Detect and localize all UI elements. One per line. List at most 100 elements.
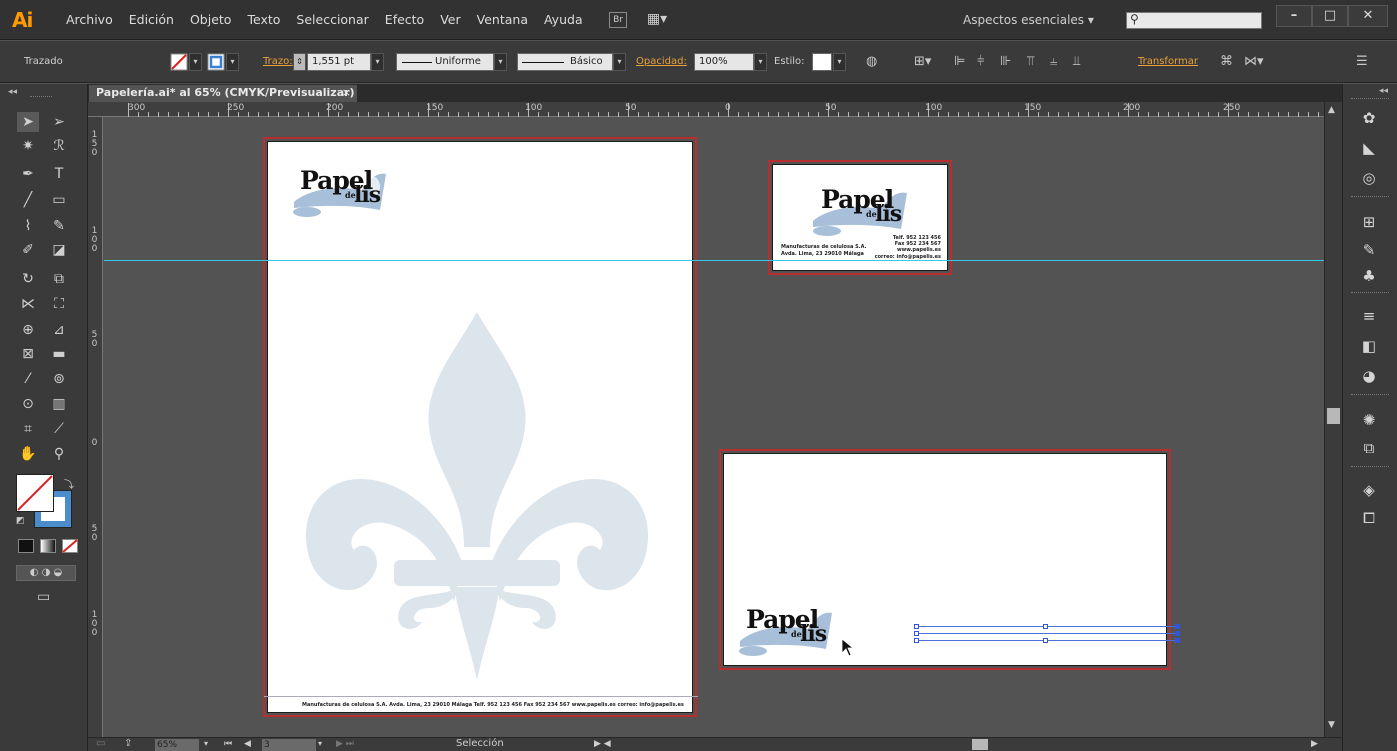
artboard-business-card[interactable]: Papel de lis Manufacturas de celulosa S.… <box>772 164 948 271</box>
eyedropper-tool-icon[interactable]: ⁄ <box>17 369 39 389</box>
artboard-envelope[interactable]: Papel de lis <box>723 453 1180 666</box>
slice-tool-icon[interactable]: ⟋ <box>48 419 70 439</box>
selection-handle[interactable] <box>1043 638 1048 643</box>
none-mode-icon[interactable] <box>62 539 78 553</box>
fill-none-swatch[interactable] <box>170 53 188 71</box>
menu-objeto[interactable]: Objeto <box>182 0 240 40</box>
menu-archivo[interactable]: Archivo <box>58 0 121 40</box>
selection-handle[interactable] <box>1175 631 1180 636</box>
document-tab[interactable]: Papelería.ai* al 65% (CMYK/Previsualizar… <box>88 84 358 102</box>
vertical-scroll-thumb[interactable] <box>1327 408 1340 424</box>
eraser-tool-icon[interactable]: ◪ <box>48 240 70 260</box>
symbols-icon[interactable]: ♣ <box>1357 266 1381 286</box>
align-hcenter-icon[interactable]: ⫩ <box>977 54 984 70</box>
stroke-stepper[interactable]: ⇕ <box>293 53 306 71</box>
default-colors-icon[interactable]: ◩ <box>16 516 25 526</box>
lasso-tool-icon[interactable]: ℛ <box>48 136 70 156</box>
align-vcenter-icon[interactable]: ⫨ <box>1050 54 1057 70</box>
swap-fill-stroke-icon[interactable]: ⤵ <box>64 476 74 491</box>
artboard-dropdown[interactable]: ▾ <box>318 737 322 751</box>
zoom-dropdown[interactable]: ▾ <box>204 737 208 751</box>
zoom-tool-icon[interactable]: ⚲ <box>48 444 70 464</box>
bridge-button[interactable]: Br <box>609 12 627 28</box>
maximize-button[interactable]: □ <box>1312 5 1348 27</box>
free-transform-tool-icon[interactable]: ⛶ <box>48 294 70 314</box>
recolor-artwork-icon[interactable]: ◍ <box>866 54 877 70</box>
selection-tool-icon[interactable]: ➤ <box>17 112 39 132</box>
first-artboard-icon[interactable]: ⏮ <box>224 737 232 751</box>
type-tool-icon[interactable]: T <box>48 164 70 184</box>
search-input[interactable]: ⚲ <box>1126 12 1262 29</box>
drawing-modes-icon[interactable]: ◐ ◑ ◒ <box>16 565 76 581</box>
color-guide-icon[interactable]: ✿ <box>1357 108 1381 128</box>
menu-seleccionar[interactable]: Seleccionar <box>288 0 376 40</box>
selection-handle[interactable] <box>1175 638 1180 643</box>
pencil-tool-icon[interactable]: ✎ <box>48 216 70 236</box>
menu-ver[interactable]: Ver <box>432 0 468 40</box>
horizontal-guide[interactable] <box>104 260 1324 261</box>
opacity-dropdown[interactable]: ▾ <box>754 53 767 71</box>
rectangle-tool-icon[interactable]: ▭ <box>48 190 70 210</box>
align-bottom-icon[interactable]: ⫫ <box>1073 54 1080 70</box>
menu-texto[interactable]: Texto <box>239 0 288 40</box>
zoom-field[interactable]: 65% <box>155 739 199 751</box>
fill-dropdown[interactable]: ▾ <box>189 53 202 71</box>
graphic-style-swatch[interactable] <box>812 53 832 71</box>
color-picker-icon[interactable]: ◎ <box>1357 168 1381 188</box>
artboard-number-field[interactable]: 3 <box>262 739 316 751</box>
stroke-dropdown[interactable]: ▾ <box>226 53 239 71</box>
magic-wand-tool-icon[interactable]: ✷ <box>17 136 39 156</box>
symbol-sprayer-tool-icon[interactable]: ⊙ <box>17 394 39 414</box>
arrange-documents-icon[interactable]: ▦▾ <box>646 12 668 28</box>
menu-ayuda[interactable]: Ayuda <box>536 0 591 40</box>
panel-menu-icon[interactable]: ☰ <box>1356 54 1368 70</box>
next-artboard-icon[interactable]: ▶ ⏭ <box>336 737 354 751</box>
appearance-icon[interactable]: ✺ <box>1357 410 1381 430</box>
isolate-icon[interactable]: ⌘ <box>1220 54 1233 70</box>
color-mode-icon[interactable] <box>18 539 34 553</box>
brush-dropdown[interactable]: ▾ <box>613 53 626 71</box>
column-graph-tool-icon[interactable]: ▥ <box>48 394 70 414</box>
stroke-weight-field[interactable]: 1,551 pt <box>307 53 371 71</box>
graphic-styles-icon[interactable]: ⧉ <box>1357 438 1381 458</box>
fill-color-box[interactable] <box>16 474 54 512</box>
color-icon[interactable]: ◣ <box>1357 138 1381 158</box>
menu-edicion[interactable]: Edición <box>121 0 182 40</box>
swatches-icon[interactable]: ⊞ <box>1357 212 1381 232</box>
transform-panel-link[interactable]: Transformar <box>1138 41 1198 83</box>
paintbrush-tool-icon[interactable]: ⌇ <box>17 216 39 236</box>
line-tool-icon[interactable]: ╱ <box>17 190 39 210</box>
minimize-button[interactable]: – <box>1276 5 1312 27</box>
selection-handle[interactable] <box>1175 624 1180 629</box>
close-tab-icon[interactable]: × <box>342 85 351 101</box>
canvas[interactable]: Papel de lis Manufacturas de celulosa S.… <box>104 117 1324 737</box>
mesh-tool-icon[interactable]: ⊠ <box>17 344 39 364</box>
selection-handle[interactable] <box>914 638 919 643</box>
artboards-icon[interactable]: ⧠ <box>1357 508 1381 528</box>
gradient-panel-icon[interactable]: ◧ <box>1357 336 1381 356</box>
align-right-icon[interactable]: ⊪ <box>1000 54 1011 70</box>
horizontal-scroll-thumb[interactable] <box>972 739 988 750</box>
gradient-tool-icon[interactable]: ▬ <box>48 344 70 364</box>
gradient-mode-icon[interactable] <box>40 539 56 553</box>
pen-tool-icon[interactable]: ✒ <box>17 164 39 184</box>
menu-efecto[interactable]: Efecto <box>377 0 432 40</box>
align-left-icon[interactable]: ⊫ <box>954 54 965 70</box>
align-top-icon[interactable]: ⫪ <box>1027 54 1034 70</box>
opacity-field[interactable]: 100% <box>694 53 754 71</box>
layers-icon[interactable]: ◈ <box>1357 480 1381 500</box>
blend-tool-icon[interactable]: ⊚ <box>48 369 70 389</box>
direct-selection-tool-icon[interactable]: ➢ <box>48 112 70 132</box>
artboard-navigation-icon[interactable]: ▭ <box>96 737 105 751</box>
prev-artboard-icon[interactable]: ◀ <box>244 737 251 751</box>
profile-dropdown[interactable]: ▾ <box>494 53 507 71</box>
stroke-panel-icon[interactable]: ≡ <box>1357 306 1381 326</box>
share-icon[interactable]: ⇪ <box>124 737 132 751</box>
hand-tool-icon[interactable]: ✋ <box>17 444 39 464</box>
status-menu-icon[interactable]: ▶ ◀ <box>594 737 611 751</box>
scroll-down-icon[interactable]: ▼ <box>1328 720 1335 730</box>
expand-panels-icon[interactable]: ◂◂ <box>1379 86 1388 96</box>
selection-handle[interactable] <box>1043 624 1048 629</box>
shape-builder-tool-icon[interactable]: ⊕ <box>17 320 39 340</box>
opacity-panel-link[interactable]: Opacidad: <box>636 41 687 83</box>
